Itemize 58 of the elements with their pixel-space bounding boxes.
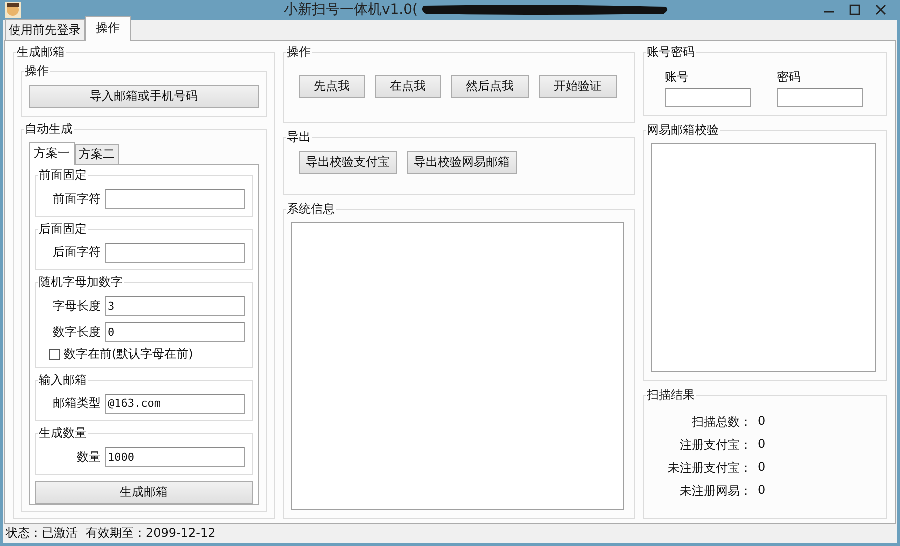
group-title: 账号密码 bbox=[646, 44, 696, 61]
group-title: 扫描结果 bbox=[646, 387, 696, 404]
field-label: 前面字符 bbox=[52, 190, 102, 208]
window-title: 小新扫号一体机v1.0( bbox=[284, 1, 418, 19]
generate-button[interactable]: 生成邮箱 bbox=[35, 481, 253, 504]
stat-label: 扫描总数： bbox=[691, 414, 752, 431]
group-title: 输入邮箱 bbox=[38, 372, 88, 389]
import-button[interactable]: 导入邮箱或手机号码 bbox=[29, 85, 259, 108]
action-button[interactable]: 开始验证 bbox=[539, 75, 617, 98]
group-title: 前面固定 bbox=[38, 167, 88, 184]
close-icon[interactable] bbox=[875, 4, 887, 16]
group-title: 生成数量 bbox=[38, 425, 88, 442]
field-label: 后面字符 bbox=[52, 244, 102, 262]
group-title: 系统信息 bbox=[286, 201, 336, 218]
stat-value: 0 bbox=[758, 460, 767, 476]
app-icon bbox=[5, 2, 21, 18]
stat-value: 0 bbox=[758, 414, 767, 430]
action-button[interactable]: 然后点我 bbox=[451, 75, 529, 98]
field-label: 邮箱类型 bbox=[52, 395, 102, 412]
group-title: 导出 bbox=[286, 129, 312, 146]
stat-value: 0 bbox=[758, 483, 767, 499]
text-field[interactable]: 0 bbox=[105, 322, 245, 342]
field-label: 数量 bbox=[76, 448, 102, 466]
text-field[interactable] bbox=[105, 189, 245, 209]
stat-value: 0 bbox=[758, 437, 767, 453]
tab[interactable]: 操作 bbox=[85, 16, 131, 41]
group-title: 操作 bbox=[24, 63, 50, 80]
text-field[interactable]: 1000 bbox=[105, 447, 245, 468]
stat-label: 未注册支付宝： bbox=[667, 460, 752, 477]
tab[interactable]: 使用前先登录 bbox=[5, 19, 85, 40]
text-field[interactable]: @163.com bbox=[105, 394, 245, 414]
group-title: 随机字母加数字 bbox=[38, 274, 124, 292]
checkbox-label: 数字在前(默认字母在前) bbox=[64, 346, 194, 364]
group-title: 后面固定 bbox=[38, 220, 88, 238]
field-label: 数字长度 bbox=[52, 324, 102, 341]
stat-label: 注册支付宝： bbox=[679, 437, 752, 454]
status-text: 状态：已激活 bbox=[6, 525, 78, 542]
checkbox[interactable] bbox=[49, 349, 60, 360]
group-title: 操作 bbox=[286, 44, 312, 61]
tab[interactable]: 方案二 bbox=[75, 144, 119, 164]
action-button[interactable]: 在点我 bbox=[375, 75, 441, 98]
text-field[interactable] bbox=[105, 242, 245, 263]
text-field[interactable] bbox=[777, 88, 863, 107]
text-field[interactable]: 3 bbox=[105, 296, 245, 316]
tab[interactable]: 方案一 bbox=[29, 142, 75, 165]
text-field[interactable] bbox=[665, 88, 751, 107]
group-title: 自动生成 bbox=[24, 121, 74, 138]
field-label: 账号 bbox=[665, 69, 690, 86]
export-button[interactable]: 导出校验支付宝 bbox=[299, 151, 397, 174]
action-button[interactable]: 先点我 bbox=[299, 75, 365, 98]
stat-label: 未注册网易： bbox=[679, 483, 752, 500]
field-label: 密码 bbox=[777, 69, 802, 86]
status-text: 有效期至：2099-12-12 bbox=[86, 525, 216, 542]
maximize-icon[interactable] bbox=[849, 4, 861, 16]
field-label: 字母长度 bbox=[52, 298, 102, 315]
export-button[interactable]: 导出校验网易邮箱 bbox=[407, 151, 517, 174]
group-title: 网易邮箱校验 bbox=[646, 122, 720, 139]
group-title: 生成邮箱 bbox=[16, 44, 66, 61]
